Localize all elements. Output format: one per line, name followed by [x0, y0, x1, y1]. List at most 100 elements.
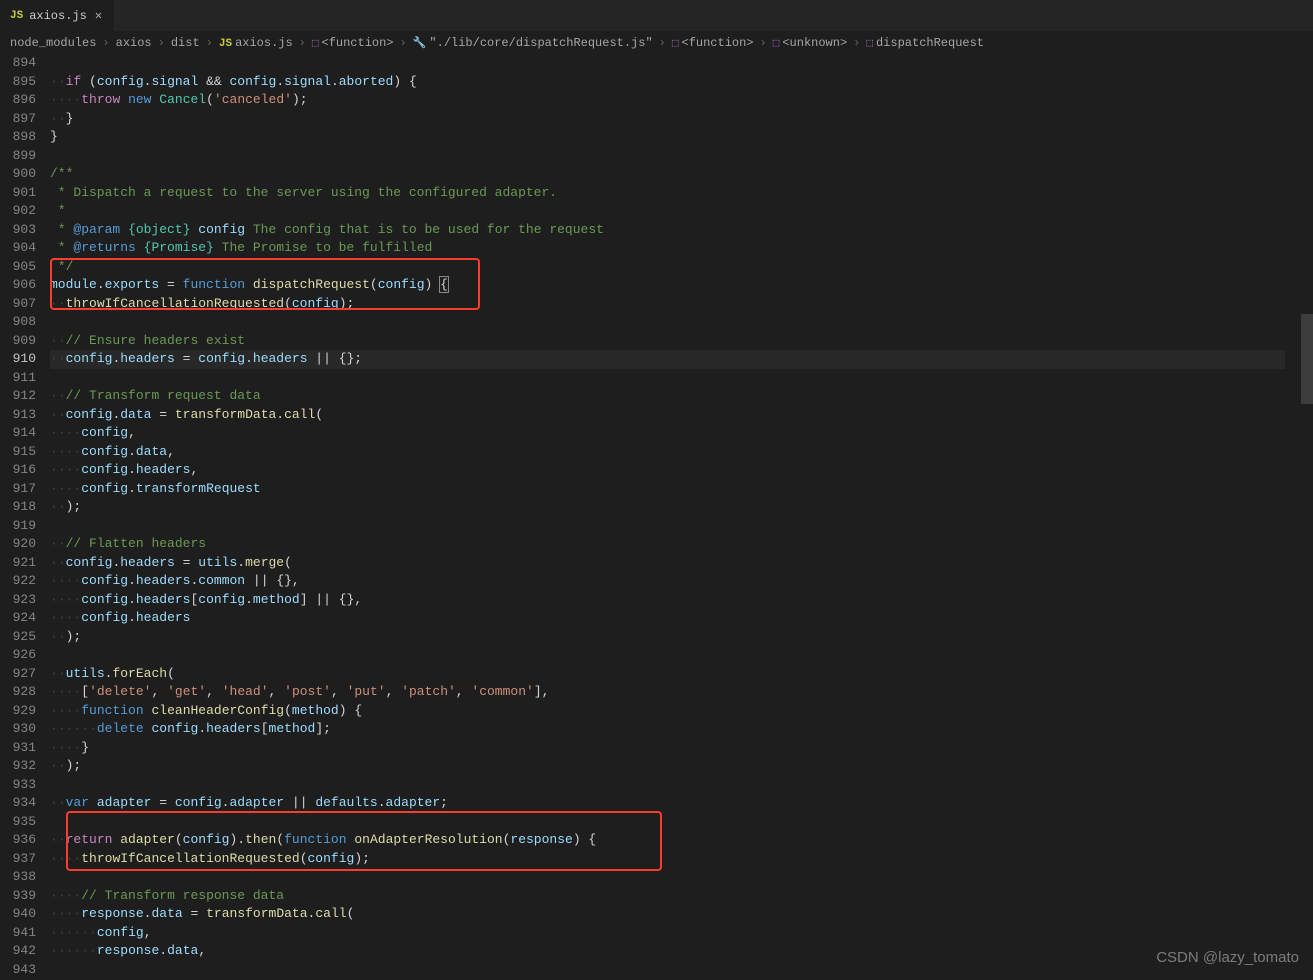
breadcrumb-item[interactable]: ⬚dispatchRequest: [866, 36, 984, 50]
breadcrumb: node_modules›axios›dist›JSaxios.js›⬚<fun…: [0, 32, 1313, 54]
tab-axios-js[interactable]: JS axios.js ✕: [0, 0, 114, 31]
breadcrumb-item[interactable]: node_modules: [10, 36, 96, 50]
code-line[interactable]: ··config.data = transformData.call(: [50, 406, 1313, 425]
code-line[interactable]: ····response.data = transformData.call(: [50, 905, 1313, 924]
code-line[interactable]: * @param {object} config The config that…: [50, 221, 1313, 240]
code-line[interactable]: ····function cleanHeaderConfig(method) {: [50, 702, 1313, 721]
line-number: 912: [0, 387, 36, 406]
code-line[interactable]: ····}: [50, 739, 1313, 758]
code-line[interactable]: ··);: [50, 757, 1313, 776]
code-line[interactable]: ····config.transformRequest: [50, 480, 1313, 499]
minimap[interactable]: [1285, 54, 1313, 974]
code-line[interactable]: [50, 776, 1313, 795]
code-line[interactable]: ····config.headers.common || {},: [50, 572, 1313, 591]
breadcrumb-label: node_modules: [10, 36, 96, 50]
code-line[interactable]: [50, 868, 1313, 887]
code-line[interactable]: ······response.data,: [50, 942, 1313, 961]
code-line[interactable]: [50, 517, 1313, 536]
breadcrumb-item[interactable]: ⬚<function>: [672, 36, 754, 50]
code-line[interactable]: ····config.data,: [50, 443, 1313, 462]
code-line[interactable]: ··return adapter(config).then(function o…: [50, 831, 1313, 850]
symbol-icon: ⬚: [773, 38, 783, 50]
code-line[interactable]: [50, 313, 1313, 332]
code-line[interactable]: ··);: [50, 498, 1313, 517]
code-line[interactable]: ··throwIfCancellationRequested(config);: [50, 295, 1313, 314]
code-line[interactable]: [50, 54, 1313, 73]
code-line[interactable]: ··}: [50, 110, 1313, 129]
code-line[interactable]: ··);: [50, 628, 1313, 647]
code-line[interactable]: [50, 961, 1313, 980]
breadcrumb-label: <function>: [682, 36, 754, 50]
chevron-right-icon: ›: [756, 36, 771, 50]
code-line[interactable]: ····config,: [50, 424, 1313, 443]
chevron-right-icon: ›: [202, 36, 217, 50]
code-editor[interactable]: 8948958968978988999009019029039049059069…: [0, 54, 1313, 979]
breadcrumb-item[interactable]: dist: [171, 36, 200, 50]
close-icon[interactable]: ✕: [93, 8, 104, 23]
chevron-right-icon: ›: [295, 36, 310, 50]
line-number: 933: [0, 776, 36, 795]
scrollbar-thumb[interactable]: [1301, 314, 1313, 404]
code-line[interactable]: /**: [50, 165, 1313, 184]
line-number: 920: [0, 535, 36, 554]
breadcrumb-item[interactable]: ⬚<unknown>: [773, 36, 847, 50]
line-number: 942: [0, 942, 36, 961]
chevron-right-icon: ›: [396, 36, 411, 50]
code-line[interactable]: ······config,: [50, 924, 1313, 943]
code-line[interactable]: ····config.headers,: [50, 461, 1313, 480]
code-line[interactable]: ··// Flatten headers: [50, 535, 1313, 554]
chevron-right-icon: ›: [154, 36, 169, 50]
line-number: 932: [0, 757, 36, 776]
code-line[interactable]: ····['delete', 'get', 'head', 'post', 'p…: [50, 683, 1313, 702]
code-line[interactable]: [50, 646, 1313, 665]
code-line[interactable]: * Dispatch a request to the server using…: [50, 184, 1313, 203]
line-number: 922: [0, 572, 36, 591]
code-line[interactable]: [50, 369, 1313, 388]
line-number: 936: [0, 831, 36, 850]
code-line[interactable]: }: [50, 128, 1313, 147]
chevron-right-icon: ›: [655, 36, 670, 50]
code-line[interactable]: ··// Transform request data: [50, 387, 1313, 406]
breadcrumb-label: "./lib/core/dispatchRequest.js": [429, 36, 652, 50]
line-number: 943: [0, 961, 36, 980]
line-number: 921: [0, 554, 36, 573]
line-number: 896: [0, 91, 36, 110]
line-number: 894: [0, 54, 36, 73]
code-line[interactable]: [50, 813, 1313, 832]
line-number: 925: [0, 628, 36, 647]
code-line[interactable]: ··var adapter = config.adapter || defaul…: [50, 794, 1313, 813]
code-line[interactable]: ····// Transform response data: [50, 887, 1313, 906]
line-number: 911: [0, 369, 36, 388]
breadcrumb-item[interactable]: axios: [116, 36, 152, 50]
code-area[interactable]: ··if (config.signal && config.signal.abo…: [50, 54, 1313, 979]
line-number: 940: [0, 905, 36, 924]
code-line[interactable]: ··config.headers = config.headers || {};: [50, 350, 1313, 369]
code-line[interactable]: ··utils.forEach(: [50, 665, 1313, 684]
breadcrumb-item[interactable]: JSaxios.js: [219, 36, 293, 50]
watermark: CSDN @lazy_tomato: [1156, 949, 1299, 966]
code-line[interactable]: module.exports = function dispatchReques…: [50, 276, 1313, 295]
code-line[interactable]: ····throwIfCancellationRequested(config)…: [50, 850, 1313, 869]
line-number: 900: [0, 165, 36, 184]
code-line[interactable]: ····throw new Cancel('canceled');: [50, 91, 1313, 110]
breadcrumb-item[interactable]: 🔧"./lib/core/dispatchRequest.js": [413, 36, 653, 50]
code-line[interactable]: ······delete config.headers[method];: [50, 720, 1313, 739]
code-line[interactable]: ··config.headers = utils.merge(: [50, 554, 1313, 573]
breadcrumb-label: dist: [171, 36, 200, 50]
code-line[interactable]: ····config.headers[config.method] || {},: [50, 591, 1313, 610]
code-line[interactable]: [50, 147, 1313, 166]
line-number: 927: [0, 665, 36, 684]
line-number: 919: [0, 517, 36, 536]
breadcrumb-item[interactable]: ⬚<function>: [312, 36, 394, 50]
breadcrumb-label: dispatchRequest: [876, 36, 984, 50]
code-line[interactable]: *: [50, 202, 1313, 221]
code-line[interactable]: */: [50, 258, 1313, 277]
wrench-icon: 🔧: [413, 38, 430, 50]
code-line[interactable]: ··// Ensure headers exist: [50, 332, 1313, 351]
code-line[interactable]: * @returns {Promise} The Promise to be f…: [50, 239, 1313, 258]
code-line[interactable]: ····config.headers: [50, 609, 1313, 628]
line-number: 906: [0, 276, 36, 295]
code-line[interactable]: ··if (config.signal && config.signal.abo…: [50, 73, 1313, 92]
breadcrumb-label: <unknown>: [782, 36, 847, 50]
line-number: 937: [0, 850, 36, 869]
